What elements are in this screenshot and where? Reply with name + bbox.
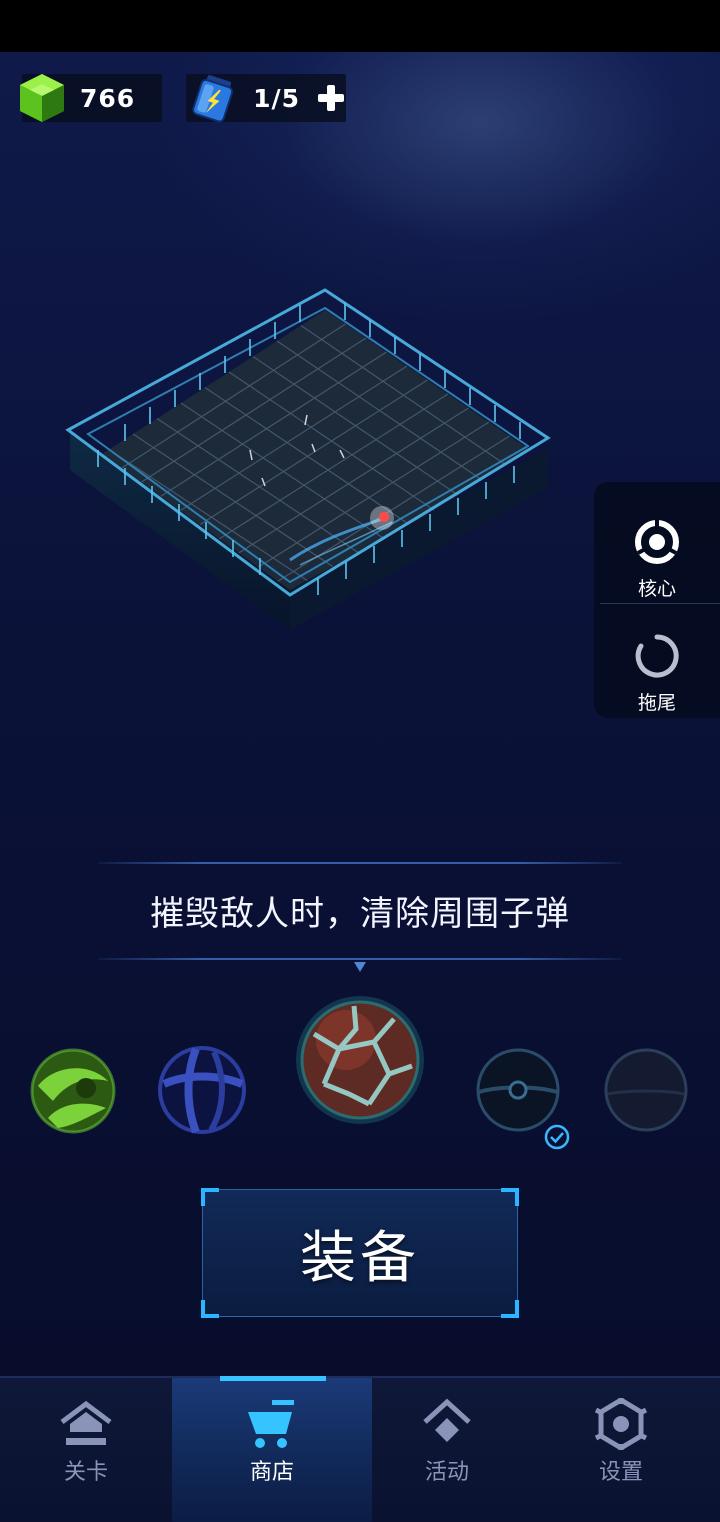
nav-tab-settings-label: 设置: [598, 1460, 643, 1485]
game-arena: [65, 288, 551, 630]
button-corner: [201, 1188, 219, 1206]
green-gem-icon: [20, 74, 64, 122]
equipped-check-icon: [544, 1124, 570, 1150]
selection-pointer-icon: [354, 962, 366, 972]
nav-tab-levels[interactable]: 关卡: [0, 1378, 172, 1522]
gem-counter: 766: [20, 74, 162, 122]
settings-gear-icon: [594, 1398, 648, 1450]
button-corner: [501, 1300, 519, 1318]
gem-count: 766: [80, 83, 136, 113]
ball-green-swirl[interactable]: [28, 1046, 118, 1136]
nav-tab-levels-label: 关卡: [63, 1460, 108, 1485]
energy-count: 1/5: [253, 83, 300, 113]
ball-dark-plain[interactable]: [602, 1046, 690, 1134]
active-tab-indicator: [220, 1376, 326, 1381]
ball-blue-cage[interactable]: [156, 1044, 248, 1136]
description-divider-top: [98, 862, 622, 864]
player-ball: [379, 512, 389, 522]
core-icon: [635, 520, 679, 564]
equip-button-label: 装备: [300, 1225, 420, 1291]
nav-tab-events[interactable]: 活动: [372, 1378, 522, 1522]
side-divider: [600, 603, 720, 604]
add-energy-button[interactable]: [314, 81, 346, 115]
energy-counter: 1/5: [186, 74, 346, 123]
description-divider-bottom: [98, 958, 622, 960]
side-menu: 核心 拖尾: [594, 482, 720, 718]
status-bar: [0, 0, 720, 52]
bottom-nav: 关卡 商店 活动 设置: [0, 1376, 720, 1522]
button-corner: [501, 1188, 519, 1206]
side-tab-tail-label: 拖尾: [637, 692, 676, 714]
side-tab-core[interactable]: 核心: [594, 518, 720, 601]
side-tab-core-label: 核心: [637, 578, 676, 600]
equip-button[interactable]: 装备: [201, 1188, 519, 1318]
ability-description: 摧毁敌人时，清除周围子弹: [150, 894, 570, 934]
nav-tab-shop[interactable]: 商店: [172, 1376, 372, 1522]
energy-battery-icon: [192, 75, 234, 123]
nav-tab-settings[interactable]: 设置: [522, 1378, 720, 1522]
tail-icon: [635, 634, 679, 678]
ball-dark-pokeball[interactable]: [474, 1046, 562, 1134]
button-corner: [201, 1300, 219, 1318]
cart-icon: [248, 1400, 294, 1448]
ball-red-crack-selected[interactable]: [294, 994, 426, 1126]
home-icon: [60, 1400, 112, 1445]
events-icon: [423, 1398, 471, 1442]
nav-tab-shop-label: 商店: [249, 1460, 294, 1485]
arena-floor: [85, 310, 530, 600]
side-tab-tail[interactable]: 拖尾: [594, 632, 720, 715]
nav-tab-events-label: 活动: [424, 1460, 469, 1485]
